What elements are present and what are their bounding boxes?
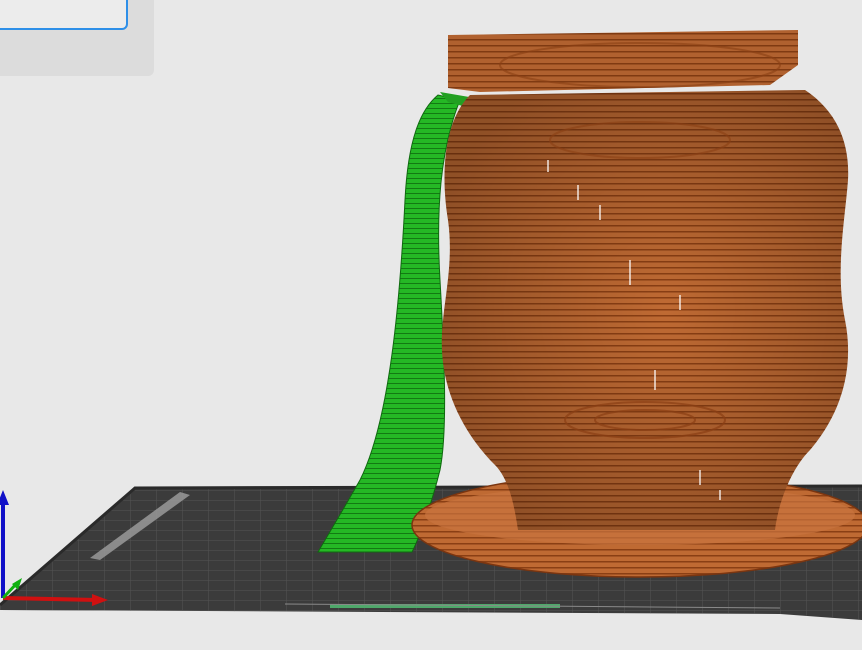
vase-lid bbox=[448, 30, 798, 92]
scene-canvas[interactable] bbox=[0, 0, 862, 650]
vase-model bbox=[441, 90, 849, 530]
3d-viewport[interactable] bbox=[0, 0, 862, 650]
z-axis-arrow-icon bbox=[0, 490, 9, 505]
x-axis bbox=[2, 596, 99, 602]
